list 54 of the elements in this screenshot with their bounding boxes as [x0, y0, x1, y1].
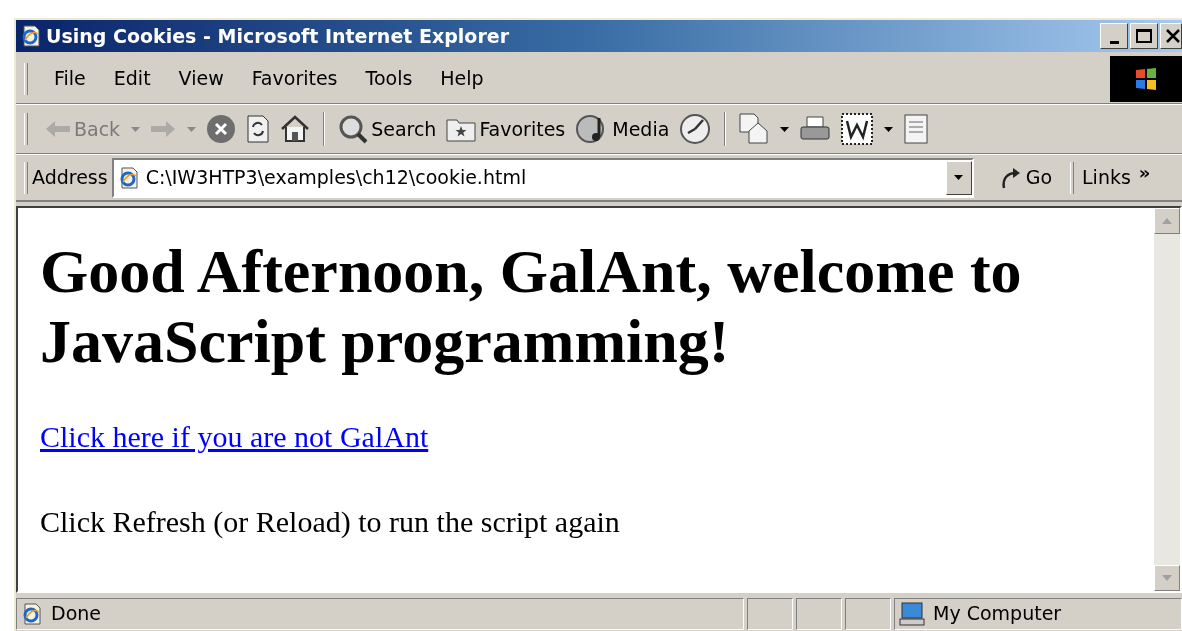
back-arrow-icon: [45, 120, 71, 138]
not-user-link[interactable]: Click here if you are not GalAnt: [40, 414, 429, 459]
caret-icon: [131, 126, 141, 132]
computer-icon: [899, 601, 925, 626]
status-pane: [747, 597, 793, 630]
page-icon: [21, 602, 43, 625]
refresh-icon: [246, 114, 271, 144]
menu-item[interactable]: Favorites: [237, 64, 352, 93]
curved-arrow-icon: [999, 165, 1022, 190]
forward-arrow-icon: [150, 120, 177, 138]
document-icon: [903, 113, 930, 145]
page-heading: Good Afternoon, GalAnt, welcome to JavaScript programming!: [40, 236, 1023, 376]
app-icon: [20, 25, 42, 47]
dropdown-button[interactable]: [945, 160, 972, 195]
printer-icon: [799, 115, 832, 143]
instruction-text: Click Refresh (or Reload) to run the script again: [40, 504, 621, 540]
go-button[interactable]: Go: [989, 163, 1063, 192]
media-button[interactable]: Media: [570, 109, 675, 149]
scroll-up-button[interactable]: [1154, 208, 1180, 234]
menu-item[interactable]: Edit: [99, 64, 165, 93]
search-button[interactable]: Search: [333, 109, 442, 149]
maximize-button[interactable]: [1130, 23, 1158, 49]
menu-item[interactable]: View: [164, 64, 238, 93]
up-arrow-icon: [1162, 218, 1172, 224]
zone-text: My Computer: [933, 601, 1062, 627]
menu-item[interactable]: Help: [426, 64, 498, 93]
close-button[interactable]: [1160, 23, 1182, 49]
menu-item[interactable]: Tools: [351, 64, 427, 93]
caret-icon: [954, 175, 964, 180]
document-w-icon: [841, 113, 874, 145]
minimize-button[interactable]: [1100, 23, 1128, 49]
search-icon: [338, 114, 369, 144]
chevron[interactable]: »: [1138, 159, 1151, 186]
caret-icon: [187, 126, 197, 132]
down-arrow-icon: [1162, 575, 1172, 581]
clock-icon: [679, 113, 712, 145]
status-pane: [845, 597, 891, 630]
status-pane: [796, 597, 842, 630]
close-icon: [1165, 29, 1181, 43]
home-icon: [280, 115, 311, 143]
address-label: Address: [32, 165, 108, 191]
windows-flag-icon: [1133, 65, 1159, 92]
address-field[interactable]: C:\IW3HTP3\examples\ch12\cookie.html: [111, 157, 974, 198]
caret-icon: [884, 126, 894, 132]
scroll-down-button[interactable]: [1154, 565, 1180, 591]
links-button[interactable]: Links: [1082, 163, 1131, 192]
folder-star-icon: [446, 116, 477, 142]
favorites-button[interactable]: Favorites: [441, 109, 571, 149]
vertical-scrollbar[interactable]: [1154, 208, 1180, 591]
stop-icon: [206, 114, 237, 144]
menu-item[interactable]: File: [40, 64, 100, 93]
window-title: Using Cookies - Microsoft Internet Explorer: [46, 23, 509, 49]
caret-icon: [780, 126, 790, 132]
status-text: Done: [51, 601, 101, 627]
